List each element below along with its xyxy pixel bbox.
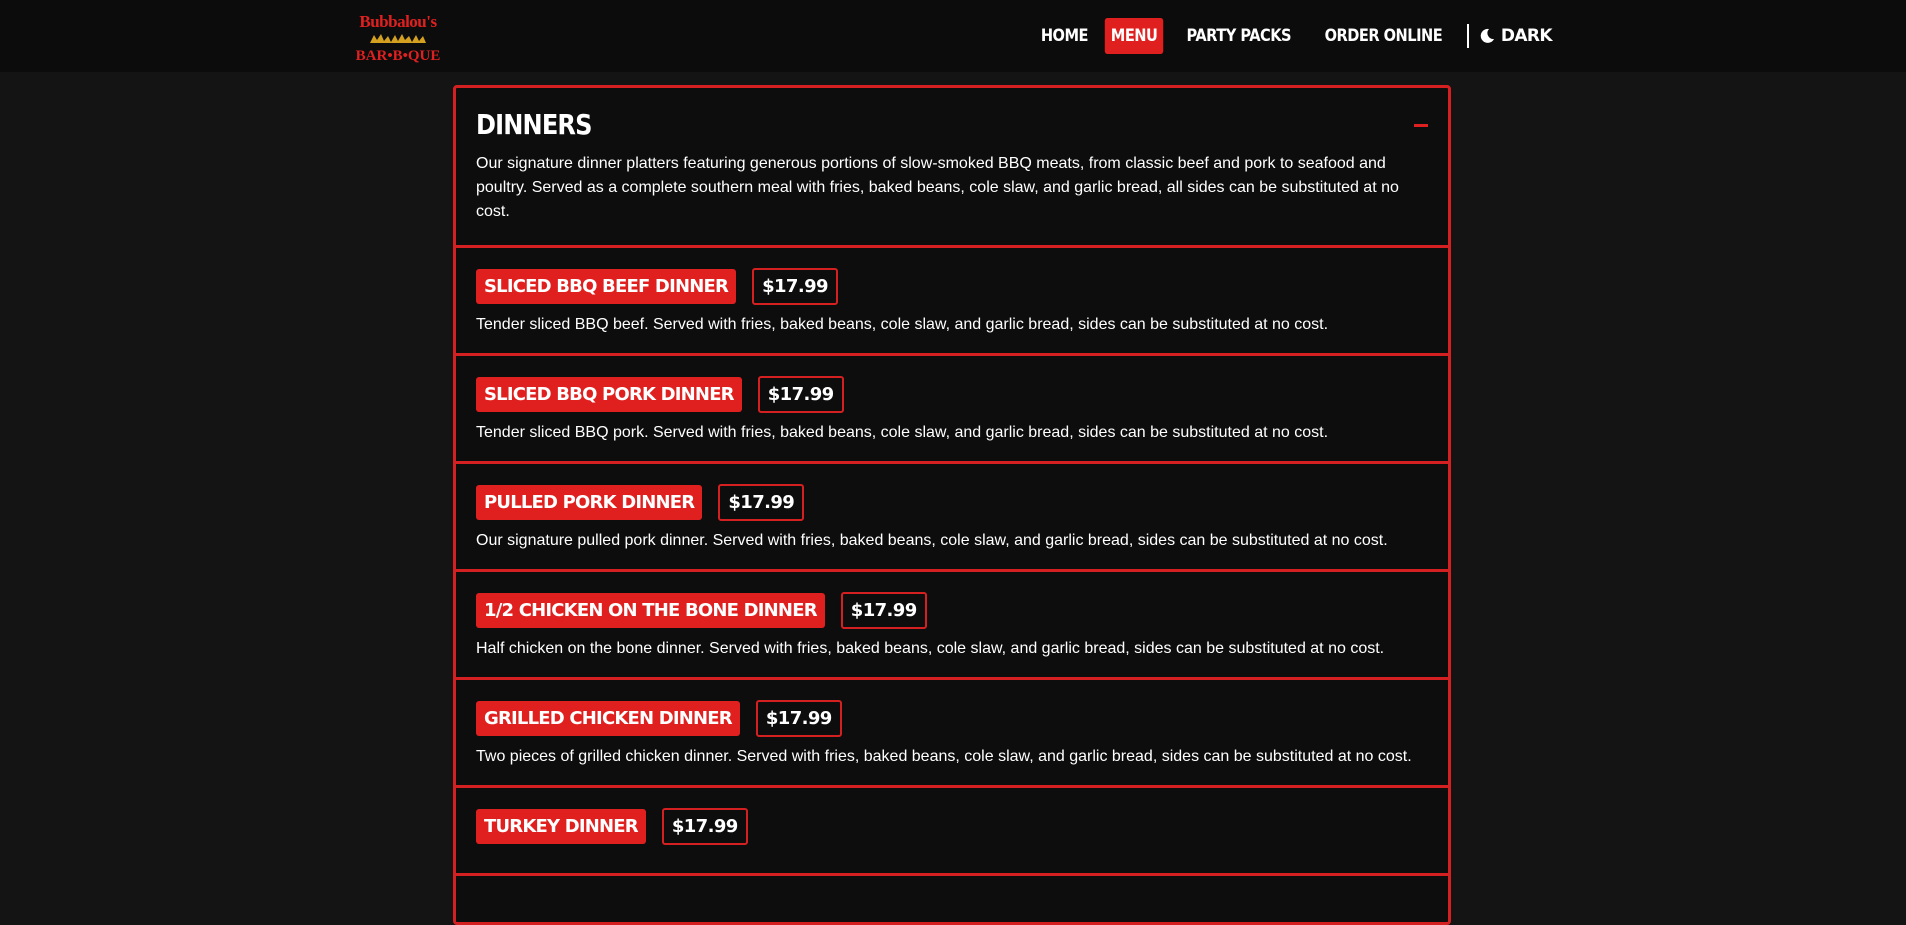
menu-item: PULLED PORK DINNER $17.99 Our signature … [456, 464, 1448, 572]
menu-item-name[interactable]: 1/2 CHICKEN ON THE BONE DINNER [476, 593, 825, 628]
nav-party-packs[interactable]: PARTY PACKS [1180, 18, 1297, 54]
main-nav: HOME MENU PARTY PACKS ORDER ONLINE DARK [1028, 17, 1553, 55]
menu-item-price: $17.99 [757, 376, 844, 413]
menu-item: SLICED BBQ BEEF DINNER $17.99 Tender sli… [456, 248, 1448, 356]
menu-item-name[interactable]: TURKEY DINNER [476, 809, 646, 844]
site-logo[interactable]: Bubbalou's BAR•B•QUE [348, 12, 448, 64]
section-description: Our signature dinner platters featuring … [476, 155, 1399, 220]
menu-item-name[interactable]: GRILLED CHICKEN DINNER [476, 701, 740, 736]
nav-menu[interactable]: MENU [1105, 18, 1164, 54]
logo-text-bottom: BAR•B•QUE [355, 48, 441, 64]
menu-item-price: $17.99 [755, 700, 842, 737]
menu-item-price: $17.99 [840, 592, 927, 629]
dinners-menu-panel: DINNERS Our signature dinner platters fe… [453, 85, 1451, 925]
menu-item: SLICED BBQ PORK DINNER $17.99 Tender sli… [456, 356, 1448, 464]
nav-order-online[interactable]: ORDER ONLINE [1319, 18, 1449, 54]
menu-item-description: Half chicken on the bone dinner. Served … [476, 640, 1385, 657]
collapse-minus-icon[interactable] [1414, 124, 1428, 127]
menu-item: 1/2 CHICKEN ON THE BONE DINNER $17.99 Ha… [456, 572, 1448, 680]
menu-item: GRILLED CHICKEN DINNER $17.99 Two pieces… [456, 680, 1448, 788]
menu-item-price: $17.99 [752, 268, 838, 305]
menu-item-name[interactable]: SLICED BBQ BEEF DINNER [476, 269, 737, 304]
menu-item-description: Two pieces of grilled chicken dinner. Se… [476, 748, 1412, 765]
menu-item: TURKEY DINNER $17.99 [456, 788, 1448, 876]
nav-home[interactable]: HOME [1034, 18, 1093, 54]
section-title: DINNERS [476, 108, 592, 141]
menu-item-description: Tender sliced BBQ pork. Served with frie… [476, 424, 1329, 441]
menu-item-price: $17.99 [661, 808, 748, 845]
moon-icon [1480, 28, 1494, 43]
menu-item-description: Our signature pulled pork dinner. Served… [476, 532, 1388, 549]
menu-item-price: $17.99 [718, 484, 805, 521]
section-header: DINNERS Our signature dinner platters fe… [456, 88, 1448, 248]
logo-text-top: Bubbalou's [359, 12, 437, 31]
menu-item-name[interactable]: SLICED BBQ PORK DINNER [476, 377, 742, 412]
logo-flames-icon [370, 34, 426, 43]
menu-item-description: Tender sliced BBQ beef. Served with frie… [476, 316, 1329, 333]
menu-item-name[interactable]: PULLED PORK DINNER [476, 485, 703, 520]
dark-mode-toggle[interactable]: DARK [1479, 26, 1553, 46]
top-navigation-bar: Bubbalou's BAR•B•QUE HOME MENU PARTY PAC… [0, 0, 1906, 72]
dark-mode-label: DARK [1500, 26, 1553, 46]
nav-divider [1466, 24, 1469, 48]
